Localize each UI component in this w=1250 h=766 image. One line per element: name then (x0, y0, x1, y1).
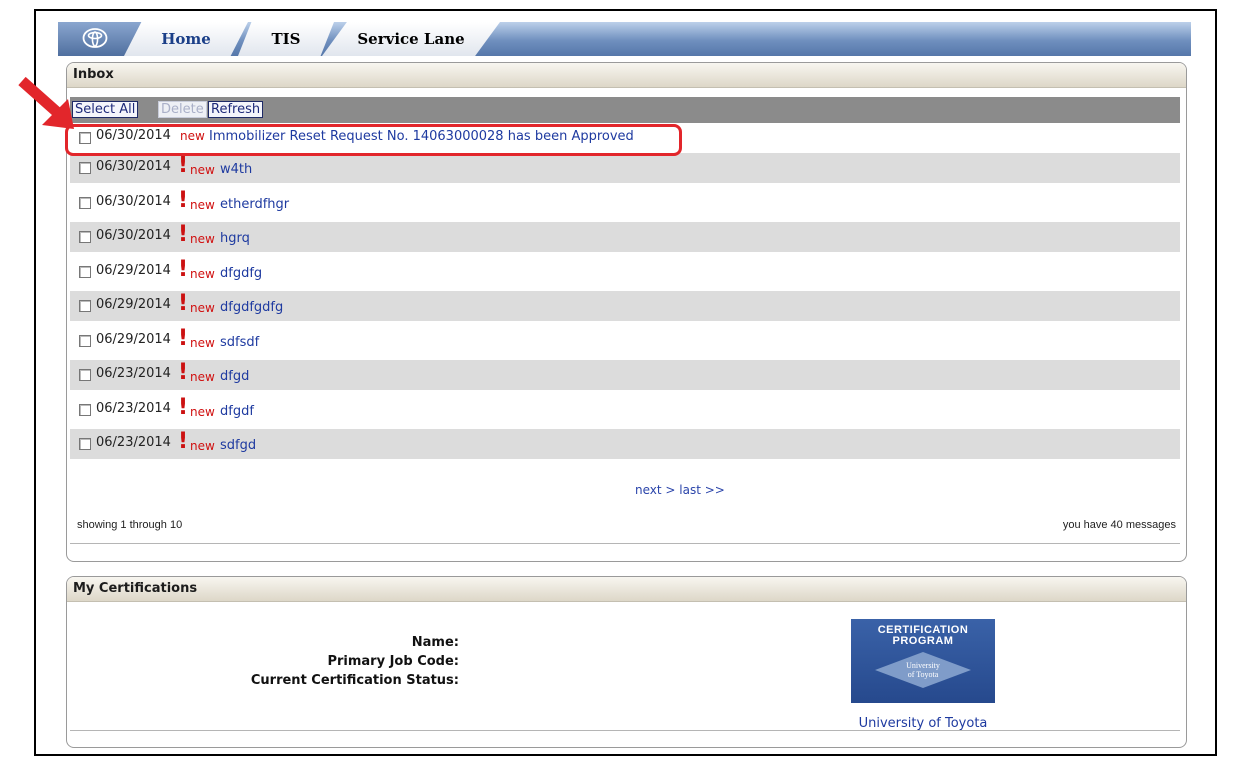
inbox-title: Inbox (67, 63, 1186, 88)
badge-title-line2: PROGRAM (892, 635, 954, 647)
pagination-links[interactable]: next > last >> (635, 483, 725, 497)
message-subject-link[interactable]: dfgdfgdfg (220, 300, 283, 315)
message-checkbox[interactable] (79, 196, 91, 209)
message-date: 06/29/2014 (96, 262, 171, 278)
certification-fields: Name: Primary Job Code: Current Certific… (67, 633, 459, 690)
message-subject-link[interactable]: dfgdfg (220, 266, 262, 281)
new-badge: new (190, 370, 215, 384)
message-date: 06/30/2014 (96, 228, 171, 243)
job-code-label: Primary Job Code: (327, 654, 459, 669)
priority-exclamation-icon: ! (178, 429, 189, 454)
showing-range: showing 1 through 10 (77, 519, 183, 531)
divider (70, 730, 1180, 731)
priority-exclamation-icon: ! (178, 394, 189, 420)
list-item[interactable]: 06/30/2014! new hgrq (70, 222, 1180, 252)
message-checkbox[interactable] (79, 300, 91, 312)
badge-sub-line1: University (906, 661, 940, 670)
priority-exclamation-icon: ! (178, 325, 189, 351)
message-subject-link[interactable]: w4th (220, 162, 252, 177)
new-badge: new (190, 439, 215, 453)
message-checkbox[interactable] (79, 162, 91, 174)
message-date: 06/30/2014 (96, 159, 171, 174)
message-date: 06/23/2014 (96, 400, 171, 416)
certifications-panel: My Certifications Name: Primary Job Code… (66, 576, 1187, 748)
refresh-button[interactable]: Refresh (208, 101, 264, 118)
university-of-toyota-link[interactable]: University of Toyota (851, 716, 995, 731)
message-checkbox[interactable] (79, 369, 91, 381)
message-date: 06/23/2014 (96, 435, 171, 450)
new-badge: new (190, 197, 215, 212)
message-subject-link[interactable]: sdfsdf (220, 335, 259, 350)
list-item[interactable]: 06/23/2014! new dfgd (70, 360, 1180, 390)
message-date: 06/23/2014 (96, 366, 171, 381)
message-checkbox[interactable] (79, 334, 91, 347)
list-item[interactable]: 06/29/2014! new sdfsdf (70, 326, 1180, 356)
message-checkbox[interactable] (79, 231, 91, 243)
list-item[interactable]: 06/23/2014! new dfgdf (70, 395, 1180, 425)
new-badge: new (190, 335, 215, 350)
priority-exclamation-icon: ! (178, 360, 189, 385)
message-date: 06/29/2014 (96, 331, 171, 347)
priority-exclamation-icon: ! (178, 256, 189, 282)
new-badge: new (190, 404, 215, 419)
status-label: Current Certification Status: (250, 673, 459, 688)
message-subject-link[interactable]: sdfgd (220, 438, 256, 453)
new-badge: new (190, 232, 215, 246)
certifications-title: My Certifications (67, 577, 1186, 602)
message-subject-link[interactable]: hgrq (220, 231, 250, 246)
list-item[interactable]: 06/30/2014! new etherdfhgr (70, 188, 1180, 218)
toyota-logo-icon (82, 28, 108, 48)
new-badge: new (190, 163, 215, 177)
message-subject-link[interactable]: dfgd (220, 369, 249, 384)
badge-sub-line2: of Toyota (907, 670, 939, 679)
select-all-button[interactable]: Select All (72, 101, 139, 118)
priority-exclamation-icon: ! (178, 153, 189, 178)
message-date: 06/29/2014 (96, 297, 171, 312)
pointer-arrow-icon (18, 77, 74, 129)
message-checkbox[interactable] (79, 265, 91, 278)
priority-exclamation-icon: ! (178, 222, 189, 247)
message-subject-link[interactable]: etherdfhgr (220, 197, 289, 212)
highlight-box (65, 124, 682, 156)
tab-home[interactable]: Home (124, 22, 248, 56)
list-item[interactable]: 06/23/2014! new sdfgd (70, 429, 1180, 459)
message-checkbox[interactable] (79, 403, 91, 416)
list-item[interactable]: 06/29/2014! new dfgdfg (70, 257, 1180, 287)
message-subject-link[interactable]: dfgdf (220, 404, 254, 419)
tab-tis[interactable]: TIS (238, 22, 334, 56)
top-nav: Home TIS Service Lane (58, 22, 1191, 56)
certification-program-badge[interactable]: CERTIFICATION PROGRAM University of Toyo… (851, 619, 995, 703)
tab-service-lane[interactable]: Service Lane (322, 22, 500, 56)
delete-button[interactable]: Delete (158, 101, 207, 118)
divider (70, 543, 1180, 544)
message-count: you have 40 messages (1062, 519, 1176, 531)
new-badge: new (190, 266, 215, 281)
inbox-toolbar: Select All Delete Refresh (70, 97, 1180, 123)
list-item[interactable]: 06/30/2014! new w4th (70, 153, 1180, 183)
priority-exclamation-icon: ! (178, 187, 189, 213)
message-checkbox[interactable] (79, 438, 91, 450)
name-label: Name: (411, 635, 459, 650)
new-badge: new (190, 301, 215, 315)
priority-exclamation-icon: ! (178, 291, 189, 316)
message-date: 06/30/2014 (96, 193, 171, 209)
list-item[interactable]: 06/29/2014! new dfgdfgdfg (70, 291, 1180, 321)
